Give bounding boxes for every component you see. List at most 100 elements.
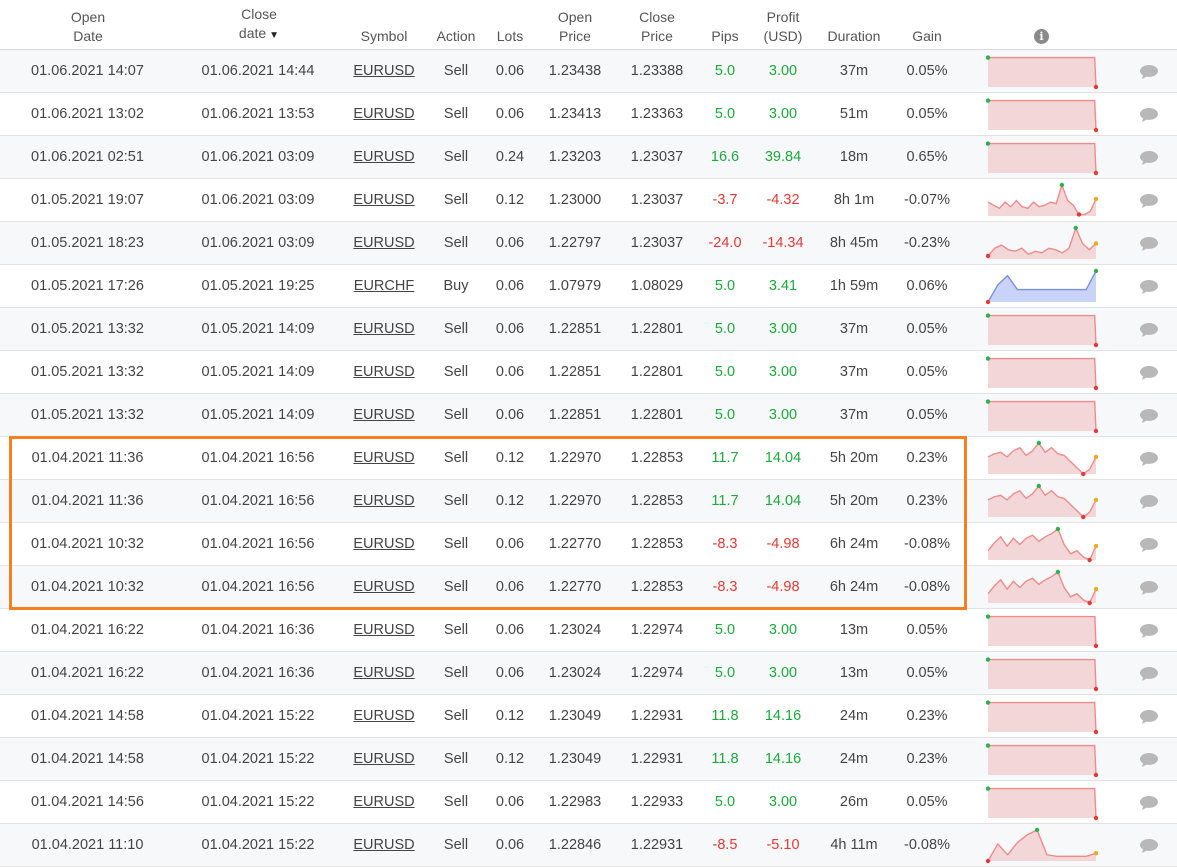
comment-icon[interactable] xyxy=(1139,107,1159,123)
symbol-link[interactable]: EURUSD xyxy=(345,523,423,565)
comment-icon[interactable] xyxy=(1139,666,1159,682)
cell-action: Sell xyxy=(443,149,469,165)
cell-close-price: 1.23037 xyxy=(630,192,684,208)
cell-duration: 26m xyxy=(839,794,869,810)
cell-gain: 0.05% xyxy=(906,407,948,423)
sparkline-min-marker xyxy=(1093,772,1098,778)
table-header: Open Date Close date ▼ Symbol Action Lots… xyxy=(0,0,1177,50)
header-open-price[interactable]: Open Price xyxy=(535,8,615,46)
sparkline-min-marker xyxy=(986,253,991,259)
symbol-link[interactable]: EURUSD xyxy=(345,781,423,823)
sparkline-max-marker xyxy=(986,313,991,318)
cell-close-price: 1.22931 xyxy=(630,837,684,853)
comment-icon[interactable] xyxy=(1139,451,1159,467)
cell-close-date: 01.06.2021 14:44 xyxy=(201,63,315,79)
symbol-link[interactable]: EURUSD xyxy=(345,394,423,436)
sparkline-area xyxy=(988,401,1096,431)
symbol-link[interactable]: EURUSD xyxy=(345,136,423,178)
comment-icon[interactable] xyxy=(1139,537,1159,553)
header-lots[interactable]: Lots xyxy=(487,27,533,46)
info-icon[interactable]: i xyxy=(1034,29,1049,44)
header-pips[interactable]: Pips xyxy=(697,27,753,46)
symbol-link[interactable]: EURUSD xyxy=(345,480,423,522)
symbol-link[interactable]: EURUSD xyxy=(345,93,423,135)
sparkline-min-marker xyxy=(1093,385,1098,391)
cell-open-date: 01.04.2021 11:10 xyxy=(31,837,144,853)
cell-lots: 0.06 xyxy=(495,63,525,79)
header-gain[interactable]: Gain xyxy=(893,27,961,46)
cell-duration: 37m xyxy=(839,364,869,380)
cell-profit: -4.98 xyxy=(766,536,800,552)
header-symbol[interactable]: Symbol xyxy=(345,27,423,46)
comment-icon[interactable] xyxy=(1139,838,1159,854)
symbol-link[interactable]: EURUSD xyxy=(345,695,423,737)
symbol-link[interactable]: EURUSD xyxy=(345,179,423,221)
symbol-link[interactable]: EURUSD xyxy=(345,437,423,479)
cell-lots: 0.06 xyxy=(495,235,525,251)
cell-pips: 5.0 xyxy=(714,407,736,423)
cell-close-price: 1.22853 xyxy=(630,536,684,552)
comment-icon[interactable] xyxy=(1139,193,1159,209)
header-close-price[interactable]: Close Price xyxy=(617,8,697,46)
symbol-link[interactable]: EURCHF xyxy=(345,265,423,307)
symbol-link[interactable]: EURUSD xyxy=(345,50,423,92)
comment-icon[interactable] xyxy=(1139,709,1159,725)
comment-bubble xyxy=(1140,108,1158,122)
cell-action: Sell xyxy=(443,235,469,251)
cell-open-price: 1.22797 xyxy=(548,235,602,251)
cell-close-date: 01.04.2021 16:56 xyxy=(201,579,315,595)
header-duration[interactable]: Duration xyxy=(816,27,892,46)
symbol-link[interactable]: EURUSD xyxy=(345,566,423,608)
symbol-link[interactable]: EURUSD xyxy=(345,308,423,350)
table-row: 01.05.2021 13:32 01.05.2021 14:09 EURUSD Se… xyxy=(0,394,1177,437)
comment-icon[interactable] xyxy=(1139,752,1159,768)
header-close-date[interactable]: Close date ▼ xyxy=(220,5,298,45)
comment-icon[interactable] xyxy=(1139,408,1159,424)
cell-action: Buy xyxy=(443,278,469,294)
cell-open-date: 01.04.2021 10:32 xyxy=(31,536,144,552)
cell-action: Sell xyxy=(443,364,469,380)
cell-lots: 0.06 xyxy=(495,579,525,595)
header-open-date[interactable]: Open Date xyxy=(50,8,126,46)
comment-icon[interactable] xyxy=(1139,795,1159,811)
table-row: 01.05.2021 13:32 01.05.2021 14:09 EURUSD Se… xyxy=(0,308,1177,351)
comment-bubble xyxy=(1140,409,1158,423)
comment-icon[interactable] xyxy=(1139,365,1159,381)
symbol-link[interactable]: EURUSD xyxy=(345,222,423,264)
cell-close-price: 1.22931 xyxy=(630,751,684,767)
symbol-link[interactable]: EURUSD xyxy=(345,738,423,780)
cell-close-date: 01.04.2021 15:22 xyxy=(201,837,315,853)
comment-icon[interactable] xyxy=(1139,623,1159,639)
cell-close-price: 1.22801 xyxy=(630,364,684,380)
cell-profit: -4.98 xyxy=(766,579,800,595)
comment-bubble xyxy=(1140,151,1158,165)
sparkline-area xyxy=(988,702,1096,732)
cell-action: Sell xyxy=(443,192,469,208)
sparkline-max-marker xyxy=(1036,440,1042,446)
cell-open-price: 1.22770 xyxy=(548,579,602,595)
cell-open-price: 1.22770 xyxy=(548,536,602,552)
header-action[interactable]: Action xyxy=(425,27,487,46)
symbol-link[interactable]: EURUSD xyxy=(345,609,423,651)
symbol-link[interactable]: EURUSD xyxy=(345,652,423,694)
cell-close-price: 1.22974 xyxy=(630,665,684,681)
symbol-link[interactable]: EURUSD xyxy=(345,351,423,393)
cell-duration: 6h 24m xyxy=(829,579,879,595)
comment-icon[interactable] xyxy=(1139,580,1159,596)
cell-action: Sell xyxy=(443,450,469,466)
comment-icon[interactable] xyxy=(1139,494,1159,510)
header-profit[interactable]: Profit (USD) xyxy=(750,8,816,46)
cell-lots: 0.12 xyxy=(495,751,525,767)
table-row: 01.04.2021 16:22 01.04.2021 16:36 EURUSD Se… xyxy=(0,652,1177,695)
comment-icon[interactable] xyxy=(1139,322,1159,338)
comment-icon[interactable] xyxy=(1139,279,1159,295)
comment-icon[interactable] xyxy=(1139,150,1159,166)
cell-pips: 5.0 xyxy=(714,622,736,638)
cell-open-date: 01.04.2021 14:58 xyxy=(31,708,144,724)
sparkline-min-marker xyxy=(1076,212,1082,217)
comment-icon[interactable] xyxy=(1139,64,1159,80)
symbol-link[interactable]: EURUSD xyxy=(345,824,423,866)
comment-icon[interactable] xyxy=(1139,236,1159,252)
trade-sparkline xyxy=(987,526,1098,563)
cell-gain: 0.05% xyxy=(906,321,948,337)
